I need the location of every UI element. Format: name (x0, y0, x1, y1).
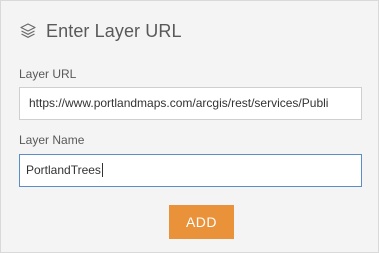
add-button[interactable]: ADD (169, 205, 234, 239)
panel-header: Enter Layer URL (19, 19, 182, 43)
layer-url-label: Layer URL (19, 67, 77, 81)
panel-title: Enter Layer URL (46, 20, 182, 41)
layer-name-label: Layer Name (19, 133, 85, 147)
text-caret (101, 162, 103, 177)
layer-name-input[interactable]: PortlandTrees (19, 154, 362, 187)
layer-name-value: PortlandTrees (26, 163, 101, 177)
layers-icon (19, 22, 37, 40)
layer-url-input[interactable]: https://www.portlandmaps.com/arcgis/rest… (19, 87, 362, 120)
add-layer-panel: Enter Layer URL Layer URL https://www.po… (0, 0, 379, 253)
